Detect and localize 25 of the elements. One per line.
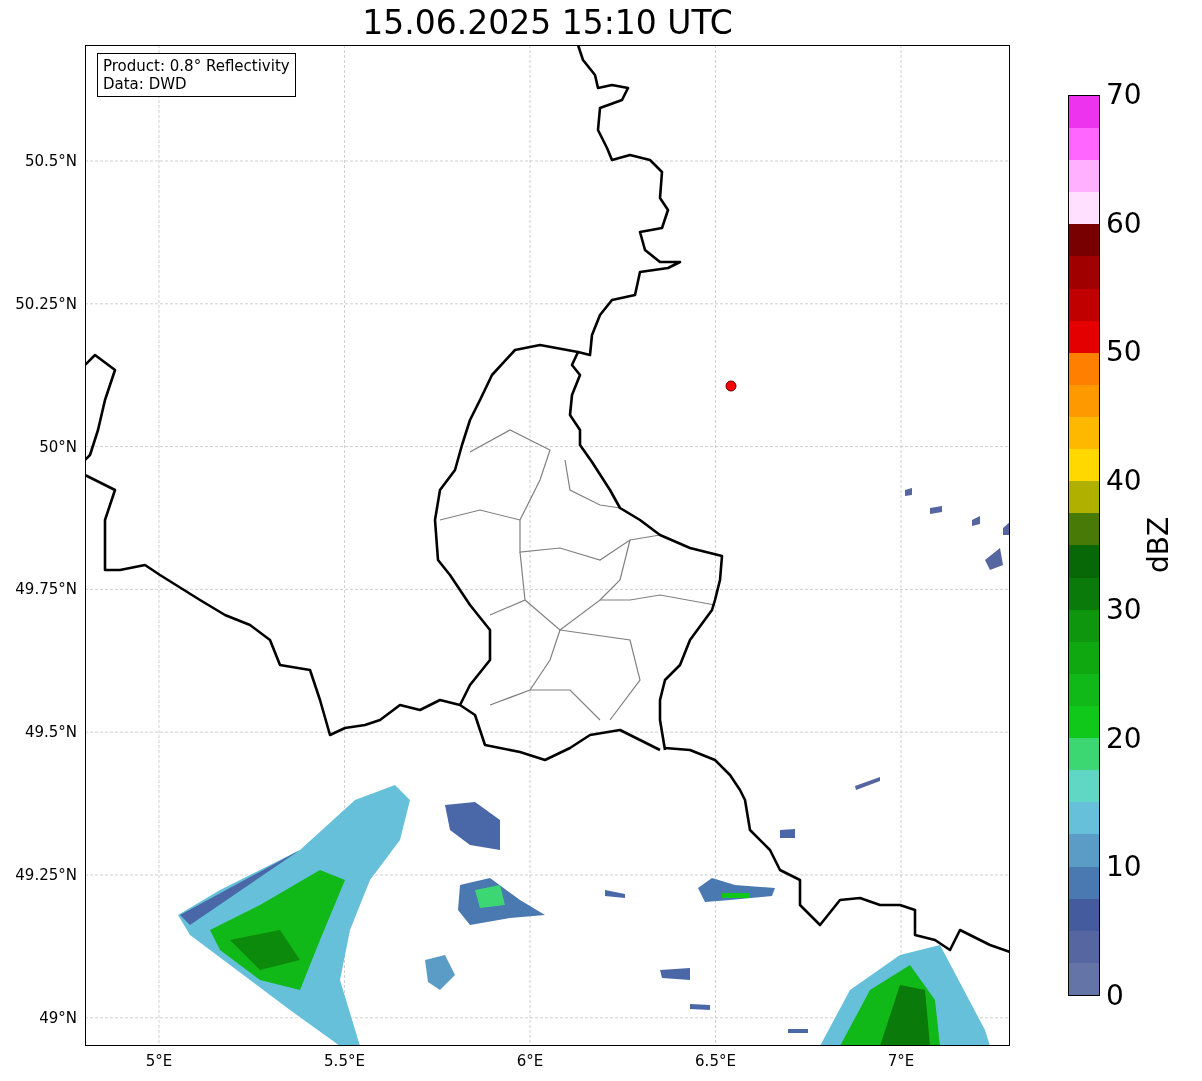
colorbar-tick-label: 10 [1106, 852, 1142, 883]
latitude-label: 50°N [39, 437, 77, 456]
latitude-label: 50.25°N [15, 294, 77, 313]
longitude-label: 6.5°E [695, 1052, 736, 1070]
latitude-label: 50.5°N [24, 152, 77, 170]
colorbar-tick-label: 60 [1106, 208, 1142, 239]
latitude-label: 49.5°N [24, 723, 77, 742]
latitude-label: 49.75°N [15, 580, 77, 599]
colorbar-tick-label: 50 [1106, 337, 1142, 368]
longitude-label: 6°E [516, 1052, 544, 1070]
info-text: Product: 0.8° Reflectivity [103, 57, 290, 75]
longitude-label: 5°E [145, 1052, 173, 1070]
latitude-label: 49°N [39, 1008, 77, 1027]
longitude-label: 7°E [887, 1052, 915, 1070]
radar-site-marker [725, 380, 737, 392]
colorbar-tick-label: 70 [1106, 80, 1142, 110]
info-text: Data: DWD [103, 75, 188, 93]
chart-title: 15.06.2025 15:10 UTC [362, 2, 733, 43]
colorbar-tick-label: 20 [1106, 723, 1142, 754]
colorbar-label: dBZ [1141, 516, 1175, 574]
latitude-label: 49.25°N [15, 866, 77, 884]
colorbar-tick-label: 40 [1106, 466, 1142, 497]
longitude-label: 5.5°E [324, 1052, 365, 1070]
colorbar-tick-label: 0 [1106, 981, 1124, 1011]
colorbar-tick-label: 30 [1106, 594, 1142, 625]
